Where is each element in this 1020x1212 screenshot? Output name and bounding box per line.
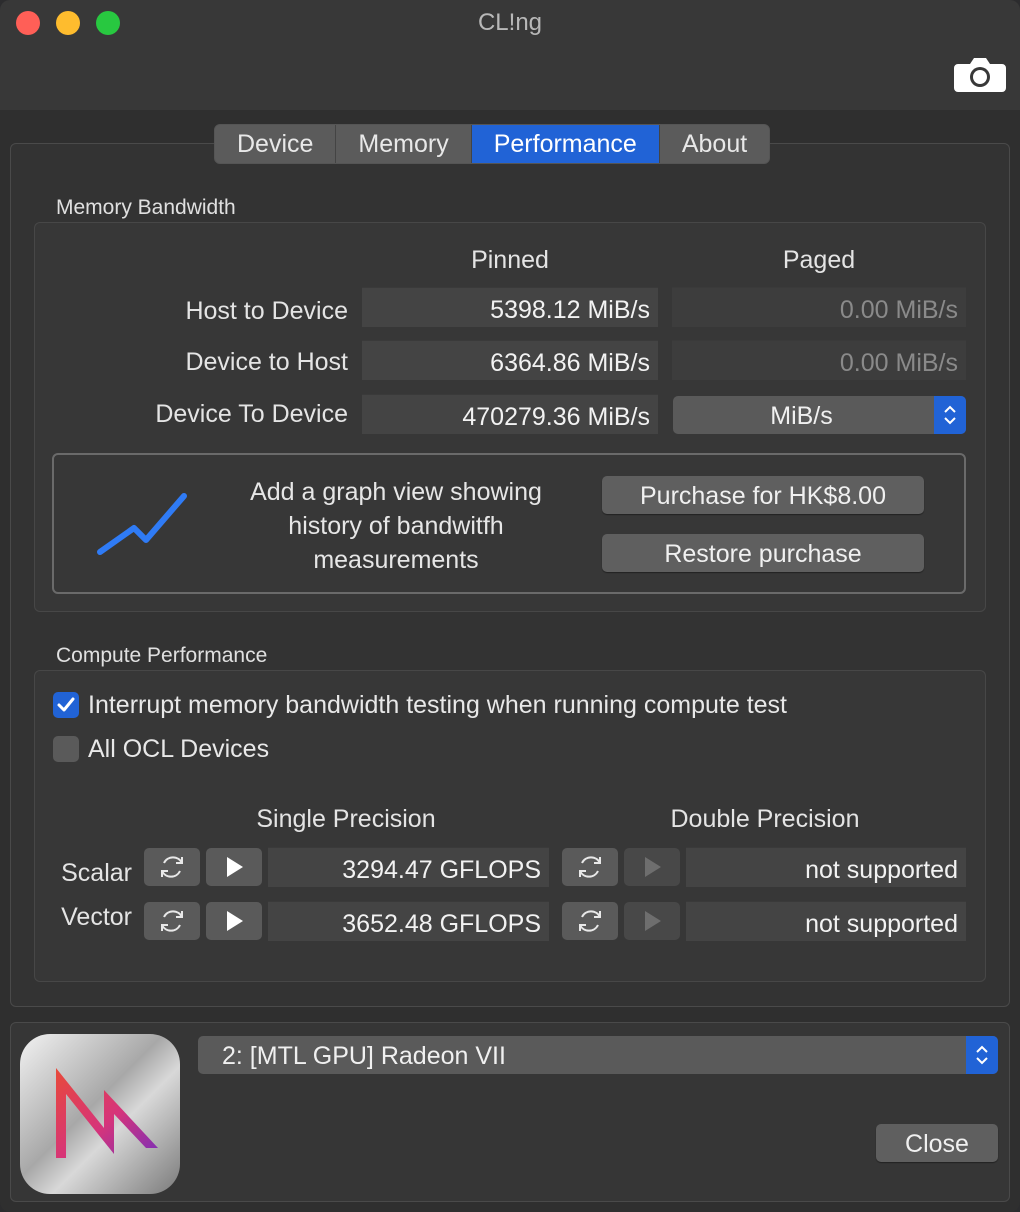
promo-description: Add a graph view showing history of band… bbox=[250, 478, 542, 574]
memory-bandwidth-title: Memory Bandwidth bbox=[56, 196, 236, 219]
device-to-device-pinned-value: 470279.36 MiB/s bbox=[362, 394, 658, 434]
device-select[interactable]: 2: [MTL GPU] Radeon VII bbox=[198, 1036, 998, 1074]
select-stepper-icon bbox=[934, 396, 966, 434]
tab-bar: Device Memory Performance About bbox=[214, 124, 771, 164]
vector-label: Vector bbox=[61, 903, 132, 931]
purchase-button[interactable]: Purchase for HK$8.00 bbox=[602, 476, 924, 514]
refresh-icon bbox=[161, 910, 183, 932]
scalar-single-run-button[interactable] bbox=[206, 848, 262, 886]
device-to-host-pinned-value: 6364.86 MiB/s bbox=[362, 340, 658, 380]
refresh-icon bbox=[579, 856, 601, 878]
play-icon bbox=[645, 857, 661, 877]
play-icon bbox=[645, 911, 661, 931]
vector-double-value: not supported bbox=[686, 901, 966, 941]
select-stepper-icon bbox=[966, 1036, 998, 1074]
vector-single-refresh-button[interactable] bbox=[144, 902, 200, 940]
camera-icon[interactable] bbox=[954, 56, 1006, 94]
host-to-device-paged-value: 0.00 MiB/s bbox=[672, 287, 966, 327]
refresh-icon bbox=[161, 856, 183, 878]
tab-performance[interactable]: Performance bbox=[471, 125, 660, 163]
play-icon bbox=[227, 911, 243, 931]
app-logo-icon bbox=[20, 1034, 180, 1194]
scalar-single-value: 3294.47 GFLOPS bbox=[268, 847, 549, 887]
checkmark-icon bbox=[57, 697, 75, 712]
double-precision-header: Double Precision bbox=[670, 805, 860, 833]
refresh-icon bbox=[579, 910, 601, 932]
vector-single-run-button[interactable] bbox=[206, 902, 262, 940]
unit-select[interactable]: MiB/s bbox=[673, 396, 966, 434]
row-label-device-to-device: Device To Device bbox=[155, 400, 348, 428]
device-select-label: 2: [MTL GPU] Radeon VII bbox=[222, 1042, 506, 1070]
scalar-label: Scalar bbox=[61, 859, 132, 887]
all-ocl-devices-label: All OCL Devices bbox=[88, 735, 270, 763]
restore-purchase-button[interactable]: Restore purchase bbox=[602, 534, 924, 572]
row-label-device-to-host: Device to Host bbox=[185, 348, 348, 376]
graph-icon bbox=[97, 493, 187, 555]
host-to-device-pinned-value: 5398.12 MiB/s bbox=[362, 287, 658, 327]
tab-memory[interactable]: Memory bbox=[336, 125, 472, 163]
window-title: CL!ng bbox=[477, 9, 543, 36]
vector-double-run-button bbox=[624, 902, 680, 940]
single-precision-header: Single Precision bbox=[256, 805, 436, 833]
title-bar: CL!ng bbox=[0, 0, 1020, 110]
paged-header: Paged bbox=[782, 246, 856, 274]
play-icon bbox=[227, 857, 243, 877]
vector-single-value: 3652.48 GFLOPS bbox=[268, 901, 549, 941]
app-window: CL!ng Device Memory Performance About Me… bbox=[0, 0, 1020, 1212]
close-button[interactable]: Close bbox=[876, 1124, 998, 1162]
tab-device[interactable]: Device bbox=[215, 125, 337, 163]
pinned-header: Pinned bbox=[471, 246, 549, 274]
row-label-host-to-device: Host to Device bbox=[185, 297, 348, 325]
tab-about[interactable]: About bbox=[660, 125, 769, 163]
compute-performance-title: Compute Performance bbox=[56, 644, 268, 667]
scalar-double-refresh-button[interactable] bbox=[562, 848, 618, 886]
device-to-host-paged-value: 0.00 MiB/s bbox=[672, 340, 966, 380]
interrupt-checkbox[interactable] bbox=[53, 692, 79, 718]
vector-double-refresh-button[interactable] bbox=[562, 902, 618, 940]
interrupt-checkbox-label: Interrupt memory bandwidth testing when … bbox=[88, 691, 787, 719]
scalar-single-refresh-button[interactable] bbox=[144, 848, 200, 886]
scalar-double-run-button bbox=[624, 848, 680, 886]
unit-select-label: MiB/s bbox=[770, 402, 833, 430]
scalar-double-value: not supported bbox=[686, 847, 966, 887]
all-ocl-devices-checkbox[interactable] bbox=[53, 736, 79, 762]
